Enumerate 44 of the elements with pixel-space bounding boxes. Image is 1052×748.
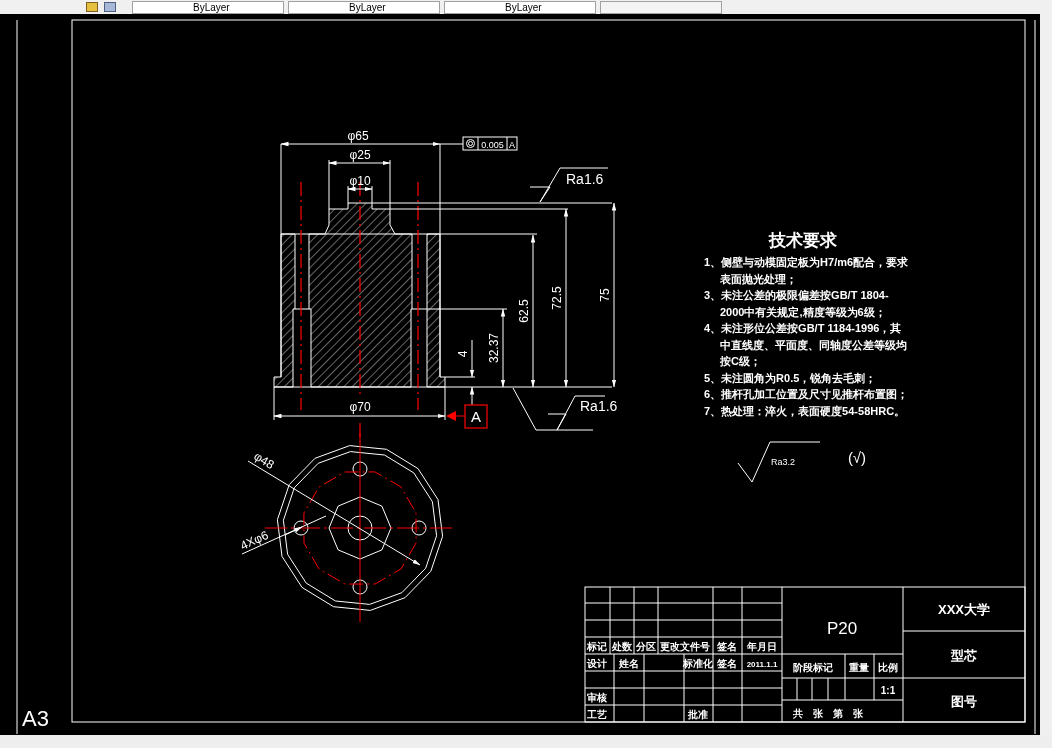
dimension: φ10 — [347, 174, 373, 204]
requirement-item: 1、侧壁与动模固定板为H7/m6配合，要求表面抛光处理； — [704, 255, 909, 287]
table-header: 更改文件号 — [660, 641, 710, 652]
tolerance-frame: 0.005 A — [439, 136, 518, 151]
sheet-size-label: A3 — [22, 706, 49, 731]
table-header: 处数 — [612, 641, 632, 652]
table-header: 标记 — [587, 641, 607, 652]
requirement-item: 3、未注公差的极限偏差按GB/T 1804-2000中有关规定,精度等级为6级； — [704, 288, 890, 320]
material-label: P20 — [826, 619, 858, 638]
layers-icon[interactable] — [104, 2, 116, 12]
scale-value: 1:1 — [880, 685, 896, 696]
table-cell: 签名 — [717, 658, 737, 669]
color-dropdown[interactable] — [600, 0, 722, 14]
property-dropdown[interactable]: ByLayer — [132, 0, 284, 14]
table-header: 分区 — [636, 641, 656, 652]
dimension-text: φ48 — [251, 449, 277, 472]
requirement-item: 7、热处理：淬火，表面硬度54-58HRC。 — [704, 403, 907, 419]
table-cell: 工艺 — [587, 709, 607, 720]
layer-icon[interactable] — [86, 2, 98, 12]
table-cell: 2011.1.1 — [746, 660, 778, 669]
dimension-text: 4Xφ6 — [238, 527, 271, 553]
table-header: 重量 — [849, 662, 869, 673]
school-name: XXX大学 — [938, 602, 990, 617]
property-dropdown[interactable]: ByLayer — [444, 0, 596, 14]
table-header: 年月日 — [747, 641, 777, 652]
table-header: 阶段标记 — [793, 662, 833, 673]
sheet-count: 共 张 第 张 — [793, 708, 863, 719]
requirement-item: 4、未注形位公差按GB/T 1184-1996，其中直线度、平面度、同轴度公差等级均按C级； — [704, 321, 908, 369]
dimension: 4 — [444, 339, 476, 406]
property-dropdown[interactable]: ByLayer — [288, 0, 440, 14]
table-cell: 标准化 — [683, 658, 713, 669]
table-cell: 姓名 — [619, 658, 639, 669]
table-header: 比例 — [878, 662, 898, 673]
dimension: φ70 — [273, 386, 446, 421]
table-cell: 设计 — [587, 658, 607, 669]
requirement-item: 6、推杆孔加工位置及尺寸见推杆布置图； — [704, 387, 909, 402]
table-header: 签名 — [717, 641, 737, 652]
table-cell: 批准 — [688, 709, 708, 720]
requirements-title: 技术要求 — [769, 231, 837, 250]
drawing-number-label: 图号 — [951, 694, 977, 709]
roughness-note: (√) — [847, 449, 867, 466]
part-name: 型芯 — [951, 648, 977, 663]
table-cell: 审核 — [587, 692, 607, 703]
requirement-item: 5、未注圆角为R0.5，锐角去毛刺； — [704, 370, 878, 386]
